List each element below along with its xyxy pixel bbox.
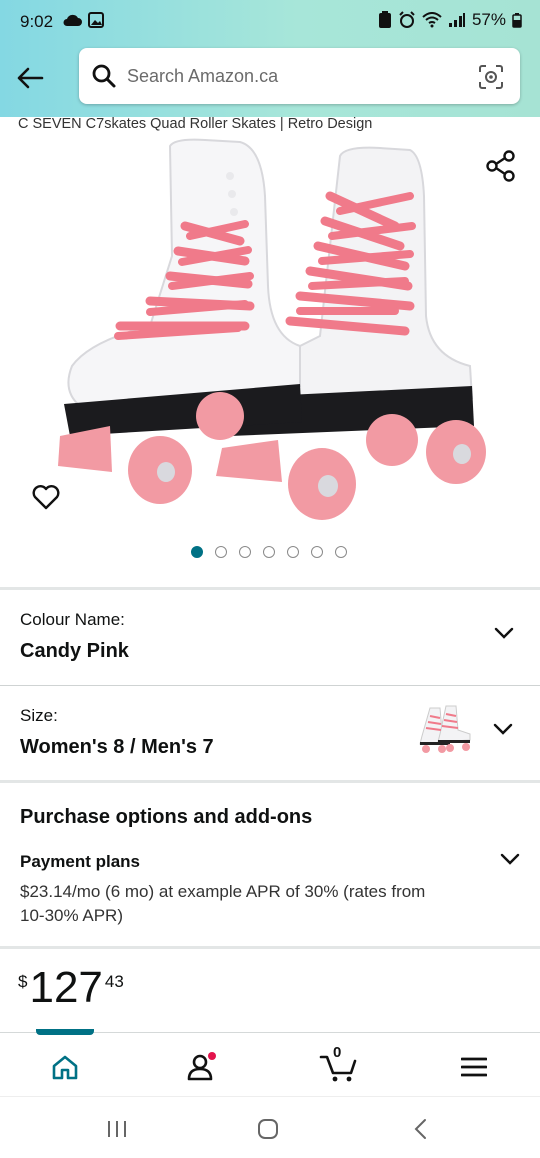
carousel-dot[interactable]: [311, 546, 323, 558]
price: $ 127 43: [18, 966, 124, 1010]
chevron-down-icon[interactable]: [500, 852, 520, 866]
alarm-icon: [399, 11, 415, 28]
active-tab-indicator: [36, 1029, 94, 1035]
size-selector[interactable]: Size: Women's 8 / Men's 7: [0, 686, 540, 780]
search-bar[interactable]: [79, 48, 520, 104]
payment-plans-text: $23.14/mo (6 mo) at example APR of 30% (…: [20, 882, 426, 925]
divider: [0, 780, 540, 783]
back-arrow-icon: [17, 67, 44, 89]
price-whole: 127: [29, 963, 103, 1012]
status-time: 9:02: [20, 12, 54, 31]
chevron-down-icon: [494, 627, 514, 639]
share-icon: [486, 150, 515, 182]
price-currency: $: [18, 972, 28, 991]
carousel-dot[interactable]: [191, 546, 203, 558]
size-label: Size:: [20, 706, 58, 725]
gallery-icon: [88, 12, 104, 28]
product-image[interactable]: [0, 136, 540, 536]
wifi-icon: [422, 12, 442, 28]
carousel-dot[interactable]: [287, 546, 299, 558]
back-button[interactable]: [12, 60, 48, 96]
share-button[interactable]: [486, 150, 516, 187]
cart-count: 0: [333, 1044, 342, 1061]
colour-value: Candy Pink: [20, 640, 129, 662]
nav-cart[interactable]: 0: [316, 1044, 360, 1087]
signal-icon: [448, 13, 465, 27]
carousel-dot[interactable]: [263, 546, 275, 558]
carousel-dot[interactable]: [239, 546, 251, 558]
size-value: Women's 8 / Men's 7: [20, 736, 214, 758]
divider: [0, 946, 540, 949]
recent-apps-icon: [108, 1121, 126, 1137]
battery-percent: 57%: [471, 10, 506, 29]
heart-icon: [32, 485, 60, 510]
bottom-navigation: 0: [0, 1029, 540, 1096]
chevron-down-icon: [493, 723, 513, 735]
wishlist-button[interactable]: [32, 484, 60, 515]
image-carousel-indicator[interactable]: [191, 546, 347, 558]
nav-home[interactable]: [45, 1047, 85, 1087]
colour-label: Colour Name:: [20, 610, 125, 629]
header: 9:02 57%: [0, 0, 540, 117]
system-back-button[interactable]: [400, 1115, 440, 1143]
home-icon: [52, 1055, 78, 1080]
chevron-left-icon: [414, 1119, 426, 1139]
menu-icon: [461, 1057, 487, 1077]
colour-selector[interactable]: Colour Name: Candy Pink: [0, 590, 540, 685]
search-input[interactable]: [127, 60, 457, 92]
right-skate: [216, 440, 356, 520]
purchase-options-heading: Purchase options and add-ons: [20, 806, 313, 828]
account-icon: [187, 1052, 216, 1081]
battery-icon: [512, 13, 522, 28]
home-button[interactable]: [248, 1115, 288, 1143]
size-thumbnail: [419, 705, 471, 753]
carousel-dot[interactable]: [335, 546, 347, 558]
roller-skates-image: [58, 138, 486, 520]
notification-dot: [208, 1052, 216, 1060]
battery-saver-icon: [378, 11, 391, 28]
cloud-icon: [63, 14, 82, 26]
camera-search-icon[interactable]: [478, 64, 504, 90]
recent-apps-button[interactable]: [97, 1115, 137, 1143]
product-title[interactable]: C SEVEN C7skates Quad Roller Skates | Re…: [18, 116, 372, 132]
payment-plans-heading[interactable]: Payment plans: [20, 852, 140, 872]
search-icon: [92, 64, 116, 88]
carousel-dot[interactable]: [215, 546, 227, 558]
home-circle-icon: [258, 1119, 278, 1139]
price-fraction: 43: [104, 972, 124, 991]
nav-menu[interactable]: [454, 1047, 494, 1087]
system-navigation: [0, 1096, 540, 1158]
nav-account[interactable]: [181, 1047, 221, 1087]
status-bar: 9:02 57%: [0, 0, 540, 44]
